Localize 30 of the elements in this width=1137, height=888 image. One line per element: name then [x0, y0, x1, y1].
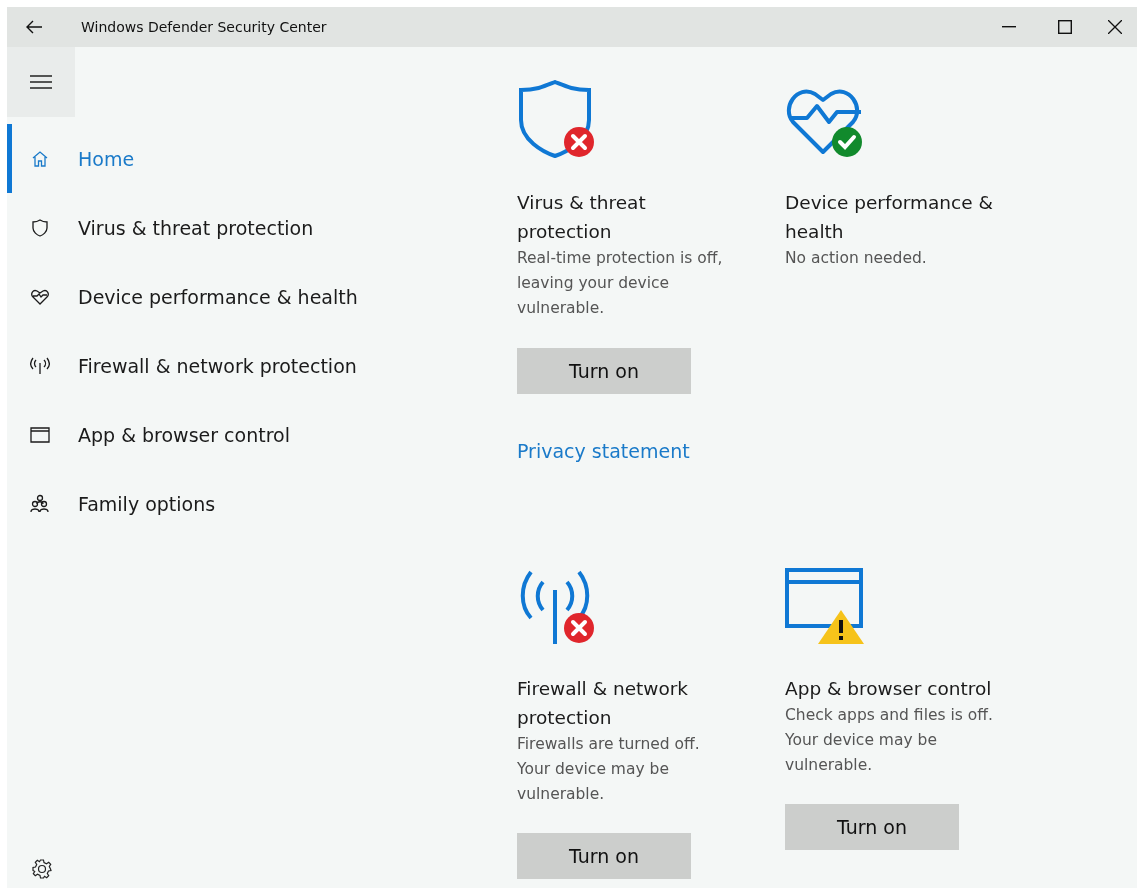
close-icon[interactable] [1108, 20, 1122, 34]
card-description: Real-time protection is off, leaving your device vulnerable. [517, 248, 724, 319]
card-description: No action needed. [785, 248, 928, 269]
card-description: Check apps and files is off. Your device may be vulnerable. [785, 705, 994, 776]
turn-on-button[interactable]: Turn on [517, 833, 691, 879]
turn-on-button[interactable]: Turn on [785, 804, 959, 850]
nav-item[interactable]: Home [7, 124, 517, 193]
back-arrow-icon[interactable] [25, 19, 43, 35]
menu-button[interactable] [7, 47, 75, 117]
settings-icon[interactable] [31, 858, 53, 880]
people-icon [30, 493, 50, 514]
maximize-icon[interactable] [1058, 20, 1072, 34]
card-title: Firewall & network protection [517, 677, 690, 730]
wireless-icon [30, 355, 50, 376]
privacy-statement-link[interactable]: Privacy statement [517, 440, 690, 462]
card-description: Firewalls are turned off. Your device may be vulnerable. [517, 734, 701, 805]
window-icon [30, 424, 50, 445]
nav-item[interactable]: Family options [7, 469, 517, 538]
nav-item[interactable]: Device performance & health [7, 262, 517, 331]
shield-icon [30, 217, 50, 238]
turn-on-button[interactable]: Turn on [517, 348, 691, 394]
card-title: Device performance & health [785, 191, 994, 244]
menu-icon[interactable] [30, 75, 52, 89]
card-title: Virus & threat protection [517, 191, 647, 244]
minimize-icon[interactable] [1002, 26, 1016, 28]
window-title: Windows Defender Security Center [81, 19, 328, 35]
nav-item[interactable]: Firewall & network protection [7, 331, 517, 400]
nav-item[interactable]: Virus & threat protection [7, 193, 517, 262]
card-title: App & browser control [785, 677, 993, 701]
nav-item[interactable]: App & browser control [7, 400, 517, 469]
